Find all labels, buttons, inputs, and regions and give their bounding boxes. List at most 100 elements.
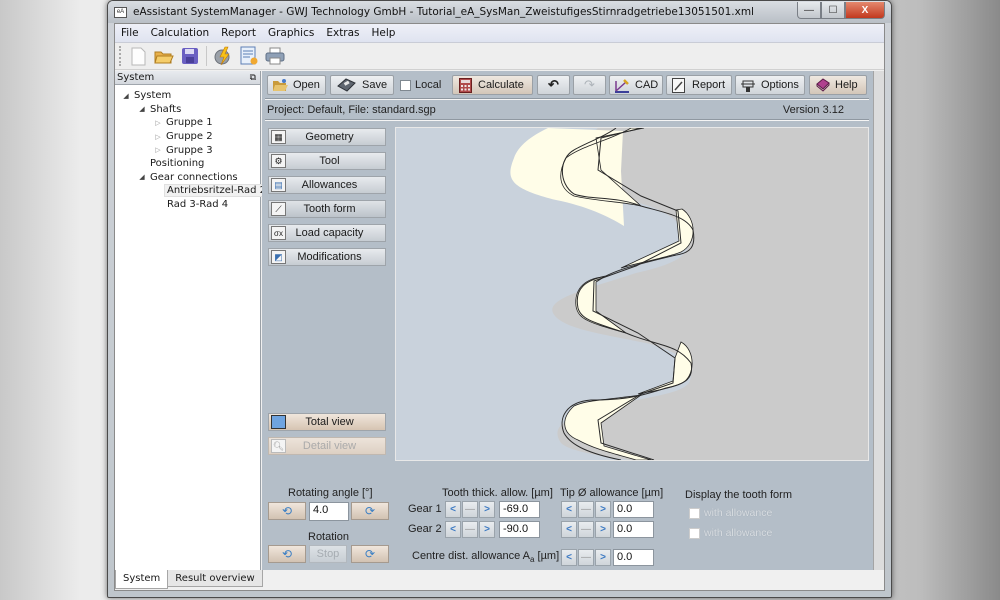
rotate-right-button[interactable]: ⟳ bbox=[351, 502, 389, 520]
redo-icon: ↷ bbox=[584, 77, 595, 92]
print-icon[interactable] bbox=[265, 46, 285, 66]
with-allowance-label-2: with allowance bbox=[704, 527, 773, 539]
gear-1-tooth-thick-input[interactable]: -69.0 bbox=[499, 501, 540, 518]
options-button[interactable]: Options bbox=[735, 75, 805, 95]
tab-system[interactable]: System bbox=[115, 570, 169, 589]
undock-icon[interactable]: ⧉ bbox=[250, 73, 256, 83]
gear-2-label: Gear 2 bbox=[408, 523, 442, 535]
collapsed-arrow-icon[interactable]: ▷ bbox=[153, 119, 163, 127]
load-capacity-button[interactable]: σx Load capacity bbox=[268, 224, 386, 242]
collapsed-arrow-icon[interactable]: ▷ bbox=[153, 133, 163, 141]
gear-1-tip-input[interactable]: 0.0 bbox=[613, 501, 654, 518]
gear-1-tooth-thick-stepper: < — > bbox=[445, 501, 495, 518]
tooth-form-button[interactable]: ⟋ Tooth form bbox=[268, 200, 386, 218]
tip-allowance-header: Tip Ø allowance [µm] bbox=[560, 487, 664, 499]
open-folder-icon[interactable] bbox=[154, 46, 174, 66]
expanded-arrow-icon[interactable]: ◢ bbox=[121, 92, 131, 100]
client-area: File Calculation Report Graphics Extras … bbox=[114, 23, 885, 591]
increase-button[interactable]: > bbox=[479, 501, 495, 518]
toolbar-divider bbox=[265, 98, 869, 100]
rotation-cw-button[interactable]: ⟳ bbox=[351, 545, 389, 563]
new-document-icon[interactable] bbox=[128, 46, 148, 66]
close-button[interactable]: X bbox=[845, 2, 885, 19]
menu-report[interactable]: Report bbox=[215, 27, 262, 39]
decrease-button[interactable]: < bbox=[445, 501, 461, 518]
tree-item-system[interactable]: ◢ System bbox=[115, 89, 260, 103]
menu-calculation[interactable]: Calculation bbox=[145, 27, 216, 39]
stop-button[interactable]: Stop bbox=[309, 545, 347, 563]
decrease-button[interactable]: < bbox=[561, 549, 577, 566]
tree-item-gruppe-2[interactable]: ▷ Gruppe 2 bbox=[115, 130, 260, 144]
modifications-icon: ◩ bbox=[271, 250, 286, 264]
tool-button[interactable]: ⚙ Tool bbox=[268, 152, 386, 170]
gear-2-tip-input[interactable]: 0.0 bbox=[613, 521, 654, 538]
decrease-button[interactable]: < bbox=[561, 501, 577, 518]
tree-item-antriebsritzel-rad-2[interactable]: Antriebsritzel-Rad 2 bbox=[115, 184, 270, 198]
reset-button[interactable]: — bbox=[578, 501, 594, 518]
gear-2-tooth-thick-input[interactable]: -90.0 bbox=[499, 521, 540, 538]
calculator-icon bbox=[457, 77, 473, 93]
decrease-button[interactable]: < bbox=[445, 521, 461, 538]
tree-item-label: Shafts bbox=[150, 103, 182, 115]
with-allowance-checkbox-2[interactable] bbox=[689, 528, 700, 539]
rotate-left-button[interactable]: ⟲ bbox=[268, 502, 306, 520]
tree-item-positioning[interactable]: Positioning bbox=[115, 157, 260, 171]
load-capacity-label: Load capacity bbox=[295, 227, 364, 239]
total-view-button[interactable]: Total view bbox=[268, 413, 386, 431]
centre-dist-input[interactable]: 0.0 bbox=[613, 549, 654, 566]
open-button[interactable]: Open bbox=[267, 75, 326, 95]
increase-button[interactable]: > bbox=[479, 521, 495, 538]
allowances-icon: ▤ bbox=[271, 178, 286, 192]
tooth-form-canvas[interactable] bbox=[395, 127, 869, 461]
help-button[interactable]: Help bbox=[809, 75, 867, 95]
decrease-button[interactable]: < bbox=[561, 521, 577, 538]
expanded-arrow-icon[interactable]: ◢ bbox=[137, 173, 147, 181]
menu-extras[interactable]: Extras bbox=[320, 27, 365, 39]
save-disk-icon[interactable] bbox=[180, 46, 200, 66]
tree-item-shafts[interactable]: ◢ Shafts bbox=[115, 103, 260, 117]
tree-item-gruppe-1[interactable]: ▷ Gruppe 1 bbox=[115, 116, 260, 130]
menu-help[interactable]: Help bbox=[366, 27, 402, 39]
tool-gear-icon: ⚙ bbox=[271, 154, 286, 168]
tree-item-gear-connections[interactable]: ◢ Gear connections bbox=[115, 171, 260, 185]
local-checkbox[interactable] bbox=[400, 80, 411, 91]
reset-button[interactable]: — bbox=[578, 521, 594, 538]
minimize-button[interactable]: — bbox=[797, 2, 821, 19]
title-bar[interactable]: eA eAssistant SystemManager - GWJ Techno… bbox=[108, 1, 891, 23]
menu-file[interactable]: File bbox=[115, 27, 145, 39]
maximize-button[interactable]: ☐ bbox=[821, 2, 845, 19]
tree-item-gruppe-3[interactable]: ▷ Gruppe 3 bbox=[115, 143, 260, 157]
report-icon[interactable] bbox=[239, 46, 259, 66]
reset-button[interactable]: — bbox=[462, 521, 478, 538]
vertical-scrollbar[interactable] bbox=[873, 71, 884, 570]
modifications-button[interactable]: ◩ Modifications bbox=[268, 248, 386, 266]
with-allowance-checkbox-1[interactable] bbox=[689, 508, 700, 519]
increase-button[interactable]: > bbox=[595, 549, 611, 566]
reset-button[interactable]: — bbox=[578, 549, 594, 566]
magnifier-icon: 🔍︎ bbox=[271, 439, 286, 453]
menu-graphics[interactable]: Graphics bbox=[262, 27, 320, 39]
project-info: Project: Default, File: standard.sgp bbox=[267, 104, 436, 116]
collapsed-arrow-icon[interactable]: ▷ bbox=[153, 146, 163, 154]
report-button[interactable]: Report bbox=[666, 75, 732, 95]
increase-button[interactable]: > bbox=[595, 501, 611, 518]
redo-button[interactable]: ↷ bbox=[573, 75, 606, 95]
rotation-ccw-button[interactable]: ⟲ bbox=[268, 545, 306, 563]
tree-item-rad-3-rad-4[interactable]: Rad 3-Rad 4 bbox=[115, 198, 260, 212]
increase-button[interactable]: > bbox=[595, 521, 611, 538]
rotating-angle-input[interactable]: 4.0 bbox=[309, 502, 349, 521]
tree-item-label: Gruppe 2 bbox=[166, 131, 213, 143]
undo-button[interactable]: ↶ bbox=[537, 75, 570, 95]
geometry-button[interactable]: ▦ Geometry bbox=[268, 128, 386, 146]
cad-button[interactable]: CAD bbox=[609, 75, 663, 95]
expanded-arrow-icon[interactable]: ◢ bbox=[137, 105, 147, 113]
calculate-button[interactable]: Calculate bbox=[452, 75, 533, 95]
tree-item-label: Antriebsritzel-Rad 2 bbox=[164, 184, 270, 198]
calculate-lightning-icon[interactable] bbox=[213, 46, 233, 66]
tab-result-overview[interactable]: Result overview bbox=[167, 570, 263, 587]
save-button[interactable]: Save bbox=[330, 75, 394, 95]
detail-view-button[interactable]: 🔍︎ Detail view bbox=[268, 437, 386, 455]
reset-button[interactable]: — bbox=[462, 501, 478, 518]
allowances-button[interactable]: ▤ Allowances bbox=[268, 176, 386, 194]
toolbar-grip[interactable] bbox=[119, 46, 122, 66]
